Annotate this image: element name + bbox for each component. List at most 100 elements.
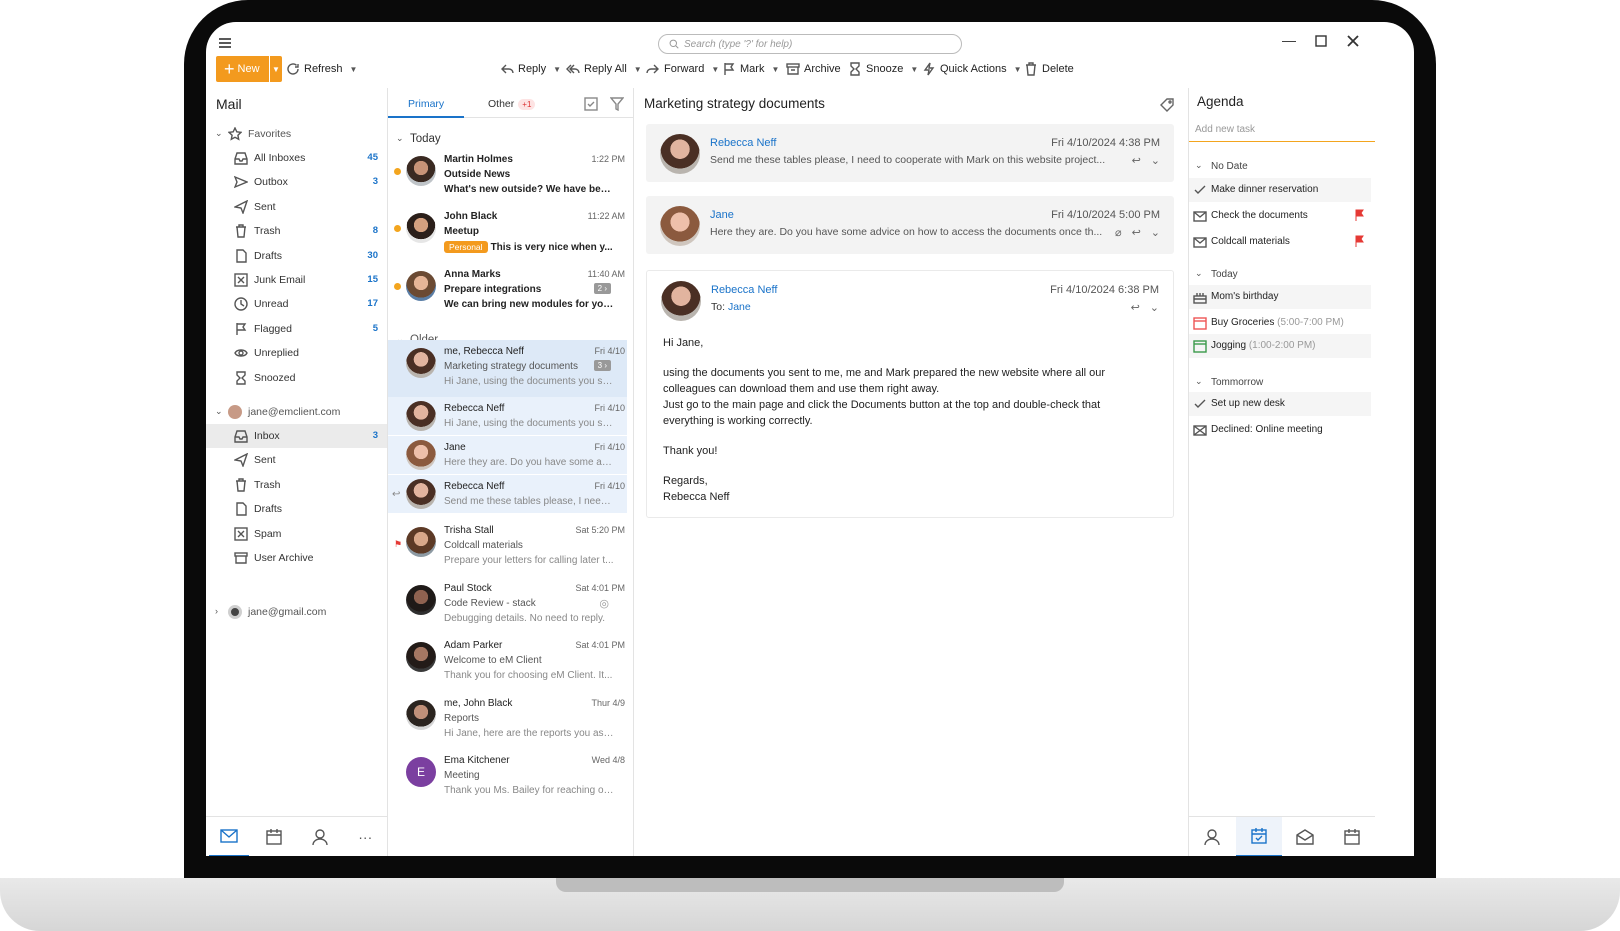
- conversation-message-collapsed[interactable]: Jane Fri 4/10/2024 5:00 PM Here they are…: [646, 196, 1174, 254]
- quick-actions-button[interactable]: Quick Actions ▼: [922, 62, 1022, 76]
- message-list-item[interactable]: Adam Parker Sat 4:01 PM Welcome to eM Clie…: [388, 634, 627, 691]
- archive-button[interactable]: Archive: [786, 62, 841, 76]
- sender-name[interactable]: Rebecca Neff: [711, 284, 777, 296]
- select-all-checkbox-icon[interactable]: [584, 97, 598, 111]
- thread-count-badge[interactable]: 2 ›: [593, 283, 611, 294]
- chevron-down-icon[interactable]: ⌄: [1150, 301, 1159, 314]
- sidebar-item-all-inboxes[interactable]: All Inboxes 45: [206, 146, 387, 170]
- tab-primary[interactable]: Primary: [408, 98, 444, 110]
- sender-name[interactable]: Rebecca Neff: [710, 137, 776, 149]
- recipient-name[interactable]: Jane: [728, 301, 751, 313]
- calendar-module-button[interactable]: [254, 817, 294, 857]
- agenda-group-today[interactable]: ⌄ Today: [1189, 264, 1375, 284]
- account-jane-emclient[interactable]: ⌄ jane@emclient.com: [206, 400, 387, 424]
- agenda-contacts-button[interactable]: [1189, 817, 1235, 857]
- chevron-down-icon[interactable]: ⌄: [1195, 160, 1203, 171]
- flag-icon[interactable]: ⚑: [394, 539, 402, 550]
- snooze-button[interactable]: Snooze ▼: [848, 62, 918, 76]
- agenda-item[interactable]: Coldcall materials: [1189, 230, 1371, 254]
- red-flag-icon[interactable]: [1355, 235, 1365, 247]
- reply-all-button[interactable]: Reply All ▼: [566, 62, 642, 76]
- mark-button[interactable]: Mark ▼: [722, 62, 779, 76]
- chevron-down-icon[interactable]: ⌄: [1195, 268, 1203, 279]
- sidebar-item-drafts[interactable]: Drafts: [206, 497, 387, 521]
- search-input[interactable]: Search (type '?' for help): [658, 34, 962, 54]
- message-list-item[interactable]: Anna Marks 11:40 AM Prepare integrations We…: [388, 263, 627, 320]
- agenda-item[interactable]: Check the documents: [1189, 204, 1371, 228]
- checkmark-icon[interactable]: [1193, 183, 1207, 197]
- reply-icon[interactable]: ↩: [1132, 226, 1141, 239]
- reply-button[interactable]: Reply ▼: [500, 62, 561, 76]
- chevron-down-icon[interactable]: ⌄: [1195, 376, 1203, 387]
- close-icon[interactable]: [1346, 34, 1360, 48]
- new-dropdown-chevron-icon[interactable]: ▼: [269, 56, 282, 82]
- sidebar-item-unreplied[interactable]: Unreplied: [206, 341, 387, 365]
- agenda-group-tomorrow[interactable]: ⌄ Tommorrow: [1189, 372, 1375, 392]
- red-flag-icon[interactable]: [1355, 209, 1365, 221]
- chevron-down-icon[interactable]: ⌄: [215, 406, 223, 417]
- agenda-group-nodate[interactable]: ⌄ No Date: [1189, 156, 1375, 176]
- conversation-message-collapsed[interactable]: Rebecca Neff Fri 4/10/2024 4:38 PM Send …: [646, 124, 1174, 182]
- add-task-input[interactable]: Add new task: [1189, 116, 1375, 142]
- sidebar-item-sent[interactable]: Sent: [206, 448, 387, 472]
- message-list-item[interactable]: John Black 11:22 AM Meetup Personal This is …: [388, 205, 627, 262]
- sidebar-item-unread[interactable]: Unread 17: [206, 292, 387, 316]
- agenda-item[interactable]: Declined: Online meeting: [1189, 418, 1371, 442]
- checkmark-icon[interactable]: [1193, 397, 1207, 411]
- maximize-icon[interactable]: [1314, 34, 1328, 48]
- agenda-item[interactable]: Buy Groceries (5:00-7:00 PM): [1189, 311, 1371, 335]
- sender-name[interactable]: Jane: [710, 209, 734, 221]
- favorites-group[interactable]: ⌄ Favorites: [206, 122, 387, 146]
- reply-icon[interactable]: ↩: [1131, 301, 1140, 314]
- sidebar-item-outbox[interactable]: Outbox 3: [206, 170, 387, 194]
- filter-icon[interactable]: [610, 97, 624, 111]
- tag-settings-icon[interactable]: [1160, 98, 1174, 112]
- forward-button[interactable]: Forward ▼: [646, 62, 719, 76]
- agenda-item[interactable]: Mom's birthday: [1189, 285, 1371, 309]
- chevron-down-icon[interactable]: ⌄: [396, 133, 404, 144]
- sidebar-item-sent[interactable]: Sent: [206, 195, 387, 219]
- sidebar-item-inbox[interactable]: Inbox 3: [206, 424, 387, 448]
- hamburger-menu-icon[interactable]: [218, 36, 232, 50]
- group-today[interactable]: ⌄ Today: [388, 130, 633, 150]
- chevron-down-icon[interactable]: ⌄: [1151, 154, 1160, 167]
- chevron-down-icon[interactable]: ⌄: [215, 128, 223, 139]
- more-modules-button[interactable]: ···: [345, 817, 385, 857]
- thread-count-badge[interactable]: 3 ›: [593, 360, 611, 371]
- sidebar-item-drafts[interactable]: Drafts 30: [206, 244, 387, 268]
- sidebar-item-user-archive[interactable]: User Archive: [206, 546, 387, 570]
- message-list-item[interactable]: me, John Black Thur 4/9 Reports Hi Jane, he…: [388, 692, 627, 749]
- message-list-item[interactable]: Rebecca Neff Fri 4/10 Hi Jane, using the d…: [388, 397, 627, 435]
- message-list-item[interactable]: me, Rebecca Neff Fri 4/10 Marketing strate…: [388, 340, 627, 397]
- message-list-item[interactable]: Paul Stock Sat 4:01 PM Code Review - stack…: [388, 577, 627, 634]
- sidebar-item-snoozed[interactable]: Snoozed: [206, 366, 387, 390]
- contacts-module-button[interactable]: [300, 817, 340, 857]
- message-list-item[interactable]: ↩ Rebecca Neff Fri 4/10 Send me these table…: [388, 475, 627, 513]
- sidebar-item-trash[interactable]: Trash 8: [206, 219, 387, 243]
- reply-icon[interactable]: ↩: [1132, 154, 1141, 167]
- message-list-item[interactable]: ⚑ Trisha Stall Sat 5:20 PM Coldcall materia…: [388, 519, 627, 576]
- account-jane-gmail[interactable]: › jane@gmail.com: [206, 600, 387, 624]
- chevron-down-icon[interactable]: ⌄: [1151, 226, 1160, 239]
- mail-module-button[interactable]: [208, 817, 249, 856]
- message-list-item[interactable]: E Ema Kitchener Wed 4/8 Meeting Thank you Ms…: [388, 749, 627, 806]
- delete-button[interactable]: Delete: [1024, 62, 1074, 76]
- sidebar-item-flagged[interactable]: Flagged 5: [206, 317, 387, 341]
- message-list-item[interactable]: Martin Holmes 1:22 PM Outside News What's n…: [388, 148, 627, 205]
- tab-other[interactable]: Other +1: [488, 98, 536, 110]
- chevron-right-icon[interactable]: ›: [215, 606, 218, 616]
- agenda-calendar-button[interactable]: [1329, 817, 1375, 857]
- sidebar-item-trash[interactable]: Trash: [206, 473, 387, 497]
- minimize-icon[interactable]: —: [1282, 32, 1296, 48]
- new-button[interactable]: + New ▼: [216, 56, 282, 82]
- agenda-item[interactable]: Set up new desk: [1189, 392, 1371, 416]
- refresh-button[interactable]: Refresh ▼: [286, 62, 357, 76]
- agenda-mail-button[interactable]: [1282, 817, 1328, 857]
- agenda-tasks-button[interactable]: [1235, 816, 1282, 856]
- sidebar-item-spam[interactable]: Spam: [206, 522, 387, 546]
- sidebar-item-junk-email[interactable]: Junk Email 15: [206, 268, 387, 292]
- agenda-item[interactable]: Make dinner reservation: [1189, 178, 1371, 202]
- category-tag[interactable]: Personal: [444, 241, 488, 253]
- message-list-item[interactable]: Jane Fri 4/10 Here they are. Do you have s…: [388, 436, 627, 474]
- agenda-item[interactable]: Jogging (1:00-2:00 PM): [1189, 334, 1371, 358]
